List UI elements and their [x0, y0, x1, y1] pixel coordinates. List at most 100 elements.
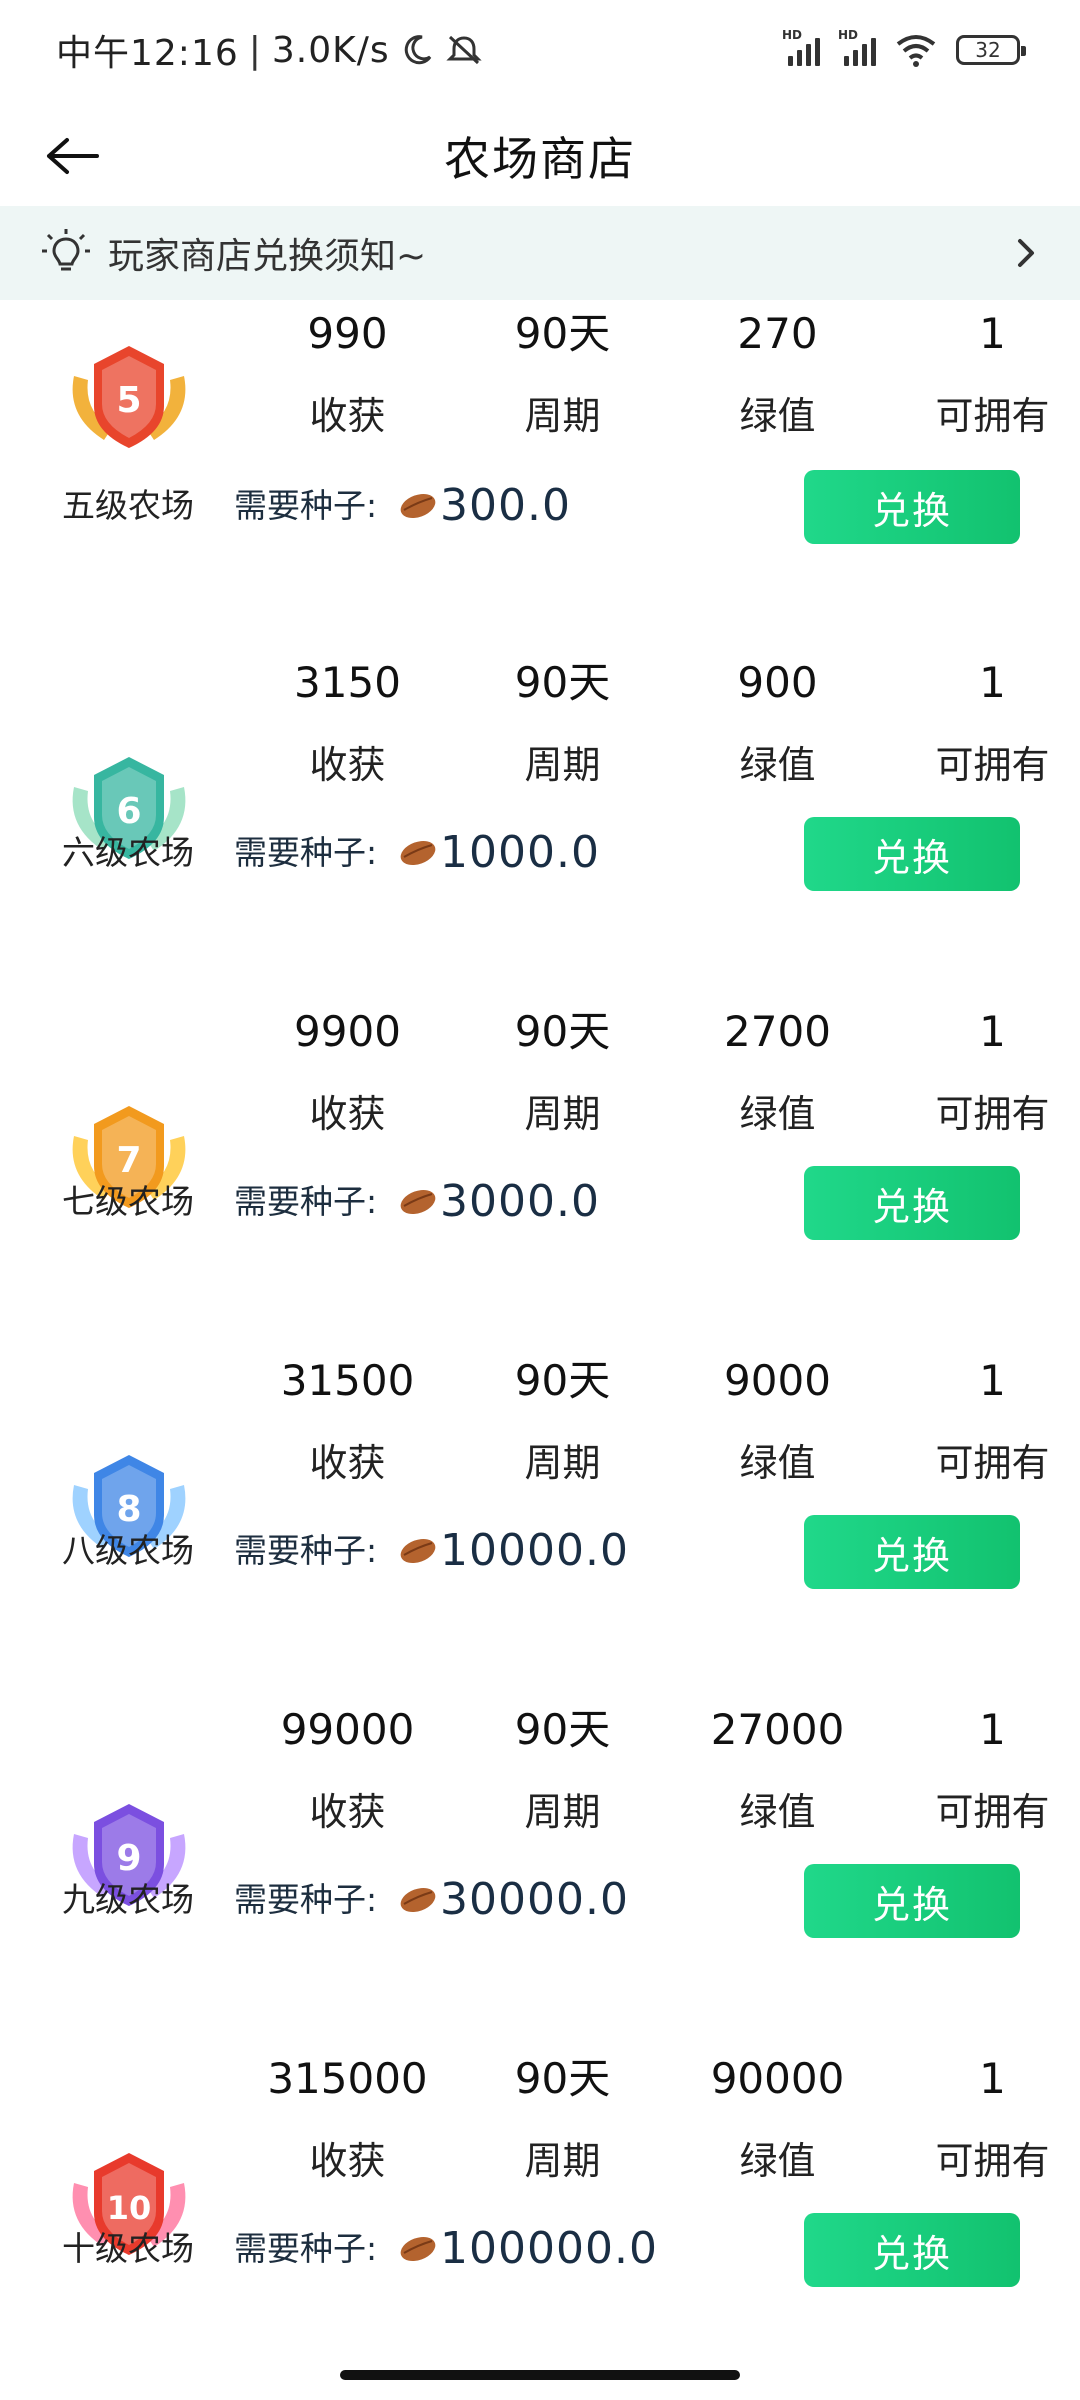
redeem-button[interactable]: 兑换: [804, 817, 1020, 891]
seed-amount: 30000.0: [440, 1874, 629, 1925]
chevron-right-icon: [1018, 239, 1034, 267]
farm-stats: 315000 收获 90天 周期 90000 绿值 1 可拥有: [240, 2049, 1080, 2193]
period-label: 周期: [524, 1790, 601, 1834]
mute-icon: [446, 35, 482, 65]
green-value-stat: 27000 绿值: [670, 1700, 885, 1844]
status-time: 中午12:16: [56, 33, 239, 74]
ownable-stat: 1 可拥有: [885, 1002, 1080, 1146]
seed-icon: [400, 840, 436, 866]
farm-name: 十级农场: [62, 2229, 194, 2268]
period-value: 90天: [514, 1007, 611, 1056]
harvest-label: 收获: [309, 2139, 386, 2183]
harvest-value: 31500: [280, 1356, 415, 1405]
period-stat: 90天周期: [455, 1002, 670, 1146]
farm-stats: 990 收获 90天 周期 270 绿值 1 可拥有: [240, 304, 1080, 448]
ownable-label: 可拥有: [935, 1092, 1050, 1136]
ownable-value: 1: [979, 1356, 1006, 1405]
back-button[interactable]: [40, 124, 104, 188]
period-value: 90天: [514, 1705, 611, 1754]
seed-icon: [400, 1189, 436, 1215]
harvest-value: 315000: [267, 2054, 428, 2103]
period-stat: 90天周期: [455, 1700, 670, 1844]
farm-stats: 31500 收获 90天 周期 9000 绿值 1 可拥有: [240, 1351, 1080, 1495]
redeem-button[interactable]: 兑换: [804, 1515, 1020, 1589]
redeem-button[interactable]: 兑换: [804, 470, 1020, 544]
signal-icon-1: HD: [782, 28, 820, 66]
farm-stats: 99000 收获 90天 周期 27000 绿值 1 可拥有: [240, 1700, 1080, 1844]
harvest-stat: 31500 收获: [240, 1351, 455, 1495]
green-value-stat: 9000 绿值: [670, 1351, 885, 1495]
need-seeds-label: 需要种子:: [234, 1880, 378, 1919]
green-value: 900: [737, 658, 818, 707]
period-stat: 90天周期: [455, 653, 670, 797]
farm-price-row: 八级农场 需要种子: 10000.0 兑换: [0, 1511, 1080, 1591]
ownable-value: 1: [979, 309, 1006, 358]
period-stat: 90天周期: [455, 2049, 670, 2193]
farm-name: 九级农场: [62, 1880, 194, 1919]
period-label: 周期: [524, 1441, 601, 1485]
seed-amount: 100000.0: [440, 2223, 658, 2274]
badge-level: 5: [116, 380, 141, 421]
seed-icon: [400, 2236, 436, 2262]
harvest-stat: 3150 收获: [240, 653, 455, 797]
green-value: 9000: [724, 1356, 831, 1405]
network-speed: 3.0K/s: [271, 29, 390, 71]
redeem-button[interactable]: 兑换: [804, 1166, 1020, 1240]
ownable-label: 可拥有: [935, 394, 1050, 438]
seed-amount: 300.0: [440, 480, 571, 531]
ownable-value: 1: [979, 658, 1006, 707]
need-seeds-label: 需要种子:: [234, 2229, 378, 2268]
wifi-icon: [896, 35, 936, 67]
green-value-label: 绿值: [739, 2139, 816, 2183]
app-header: 农场商店: [0, 100, 1080, 212]
period-value: 90天: [514, 658, 611, 707]
seed-icon: [400, 1538, 436, 1564]
home-indicator[interactable]: [340, 2370, 740, 2380]
ownable-label: 可拥有: [935, 743, 1050, 787]
farm-price-row: 六级农场 需要种子: 1000.0 兑换: [0, 813, 1080, 893]
farm-list: 5 990 收获 90天 周期 270 绿值 1 可拥有 五级农场 需要种子: 300.…: [0, 300, 1080, 2394]
redeem-button[interactable]: 兑换: [804, 2213, 1020, 2287]
green-value-stat: 900 绿值: [670, 653, 885, 797]
ownable-stat: 1 可拥有: [885, 1351, 1080, 1495]
period-stat: 90天 周期: [455, 1351, 670, 1495]
farm-shop-page: 中午12:16 | 3.0K/s HD HD 32 农场商店 玩家商店兑换须知~…: [0, 0, 1080, 2400]
sim1-label: HD: [782, 28, 803, 42]
level-badge-icon: 5: [72, 346, 186, 448]
period-label: 周期: [524, 2139, 601, 2183]
harvest-label: 收获: [309, 1790, 386, 1834]
farm-name: 八级农场: [62, 1531, 194, 1570]
period-label: 周期: [524, 1092, 601, 1136]
ownable-stat: 1 可拥有: [885, 653, 1080, 797]
moon-icon: [404, 35, 431, 65]
farm-item: 8 31500 收获 90天 周期 9000 绿值 1 可拥有 八级农场 需要种子: 1…: [0, 1347, 1080, 1696]
period-value: 90天: [514, 2054, 611, 2103]
battery-icon: 32: [956, 35, 1026, 65]
farm-name: 五级农场: [62, 486, 194, 525]
farm-price-row: 七级农场 需要种子: 3000.0 兑换: [0, 1162, 1080, 1242]
harvest-label: 收获: [309, 1441, 386, 1485]
signal-icon-2: HD: [838, 28, 876, 66]
harvest-stat: 315000 收获: [240, 2049, 455, 2193]
period-label: 周期: [524, 743, 601, 787]
arrow-left-icon: [47, 138, 99, 174]
farm-name: 六级农场: [62, 833, 194, 872]
seed-amount: 10000.0: [440, 1525, 629, 1576]
farm-stats: 9900 收获 90天 周期 2700 绿值 1 可拥有: [240, 1002, 1080, 1146]
notice-banner[interactable]: 玩家商店兑换须知~: [0, 206, 1080, 300]
status-right: HD HD 32: [782, 28, 1026, 68]
harvest-label: 收获: [309, 743, 386, 787]
period-label: 周期: [524, 394, 601, 438]
harvest-value: 3150: [294, 658, 401, 707]
green-value-label: 绿值: [739, 1092, 816, 1136]
need-seeds-label: 需要种子:: [234, 1182, 378, 1221]
period-stat: 90天周期: [455, 304, 670, 448]
redeem-button[interactable]: 兑换: [804, 1864, 1020, 1938]
period-value: 90天: [514, 309, 611, 358]
green-value: 270: [737, 309, 818, 358]
farm-item: 6 3150 收获 90天 周期 900 绿值 1 可拥有 六级农场 需要种子: 100…: [0, 649, 1080, 998]
farm-item: 9 99000 收获 90天 周期 27000 绿值 1 可拥有 九级农场 需要种子: …: [0, 1696, 1080, 2045]
farm-price-row: 五级农场 需要种子: 300.0 兑换: [0, 466, 1080, 546]
green-value-label: 绿值: [739, 743, 816, 787]
harvest-value: 99000: [280, 1705, 415, 1754]
